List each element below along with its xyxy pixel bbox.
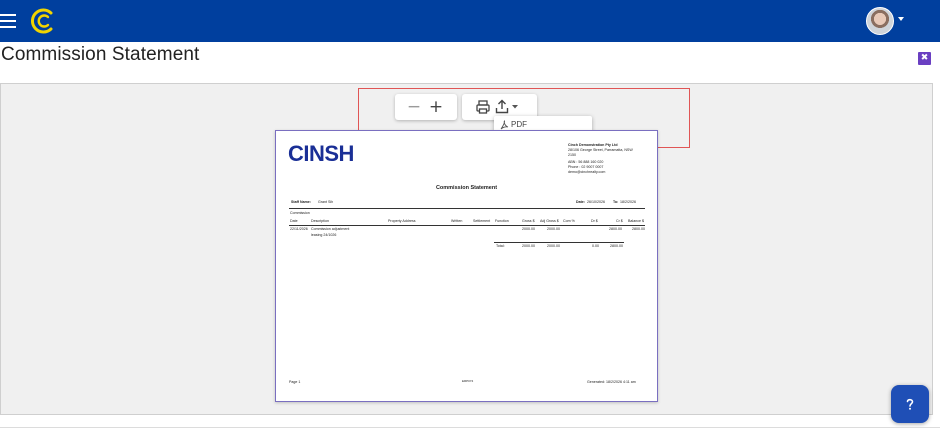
column-header: Cr $	[616, 219, 623, 223]
footer-generated: Generated: 18/2/2026 4:11 am	[587, 380, 636, 384]
report-page: CINSH Cinch Demonstration Pty Ltd 28/106…	[275, 130, 658, 402]
totals-gross: 2000.00	[522, 244, 535, 248]
brand-logo-icon[interactable]	[31, 8, 57, 34]
totals-rule	[494, 242, 624, 243]
column-header: Com %	[563, 219, 575, 223]
top-app-bar	[0, 0, 940, 42]
page-bottom-divider	[0, 427, 940, 428]
column-header: Written	[451, 219, 463, 223]
section-label: Commission	[290, 211, 310, 215]
pdf-icon	[500, 120, 509, 130]
date-to: 18/2/2026	[620, 200, 636, 204]
help-icon	[906, 398, 914, 410]
row-date: 22/11/2026	[290, 227, 308, 231]
report-title: Commission Statement	[435, 185, 498, 191]
close-icon[interactable]: ✖	[918, 52, 931, 65]
zoom-toolbar: − +	[395, 94, 457, 120]
user-menu[interactable]	[866, 7, 906, 35]
column-header: Balance $	[628, 219, 644, 223]
column-header: Dr $	[591, 219, 598, 223]
column-header: Settlement	[473, 219, 491, 223]
totals-cr: 2800.00	[610, 244, 623, 248]
column-header: Property Address	[388, 219, 416, 223]
company-address-line1: 28/106 George Street, Parramatta, NSW	[568, 148, 633, 152]
footer-page: Page 1	[289, 380, 301, 384]
header-rule	[289, 208, 645, 209]
row-cr: 2800.00	[609, 227, 622, 231]
staff-value: Grant Sih	[318, 200, 334, 204]
totals-adj-gross: 2000.00	[547, 244, 560, 248]
company-email: demo@cinchrealty.com	[568, 170, 606, 174]
column-header: Adj Gross $	[540, 219, 559, 223]
row-gross: 2000.00	[522, 227, 535, 231]
chevron-down-icon	[898, 17, 904, 21]
row-description: Commission adjustment	[311, 227, 350, 231]
zoom-in-button[interactable]: +	[423, 94, 449, 120]
hamburger-menu-icon[interactable]	[0, 13, 16, 29]
row-description-line2: leasing 24/1026	[311, 233, 337, 237]
column-header: Description	[311, 219, 329, 223]
date-to-label: To:	[613, 200, 619, 204]
column-header-rule	[289, 225, 645, 226]
printer-icon	[476, 100, 490, 114]
company-address-line2: 2150	[568, 153, 576, 157]
footer-code: ERP074	[462, 379, 474, 383]
totals-label: Total:	[496, 244, 505, 248]
print-button[interactable]	[475, 94, 491, 120]
row-adj-gross: 2000.00	[547, 227, 560, 231]
report-brand-logo: CINSH	[288, 141, 354, 166]
totals-dr: 0.00	[592, 244, 599, 248]
row-balance: 2800.00	[632, 227, 645, 231]
column-header: Gross $	[522, 219, 535, 223]
export-pdf-label: PDF	[511, 120, 527, 129]
report-viewer: − + PDF CINSH Cinch Demonstration Pty Lt…	[0, 83, 933, 415]
column-header: Function	[495, 219, 509, 223]
column-header: Date	[290, 219, 298, 223]
page-title: Commission Statement	[1, 44, 200, 65]
staff-label: Staff Name:	[291, 200, 311, 204]
date-from: 26/10/2026	[587, 200, 605, 204]
user-avatar[interactable]	[866, 7, 894, 35]
date-label: Date:	[576, 200, 585, 204]
help-button[interactable]	[891, 385, 929, 423]
